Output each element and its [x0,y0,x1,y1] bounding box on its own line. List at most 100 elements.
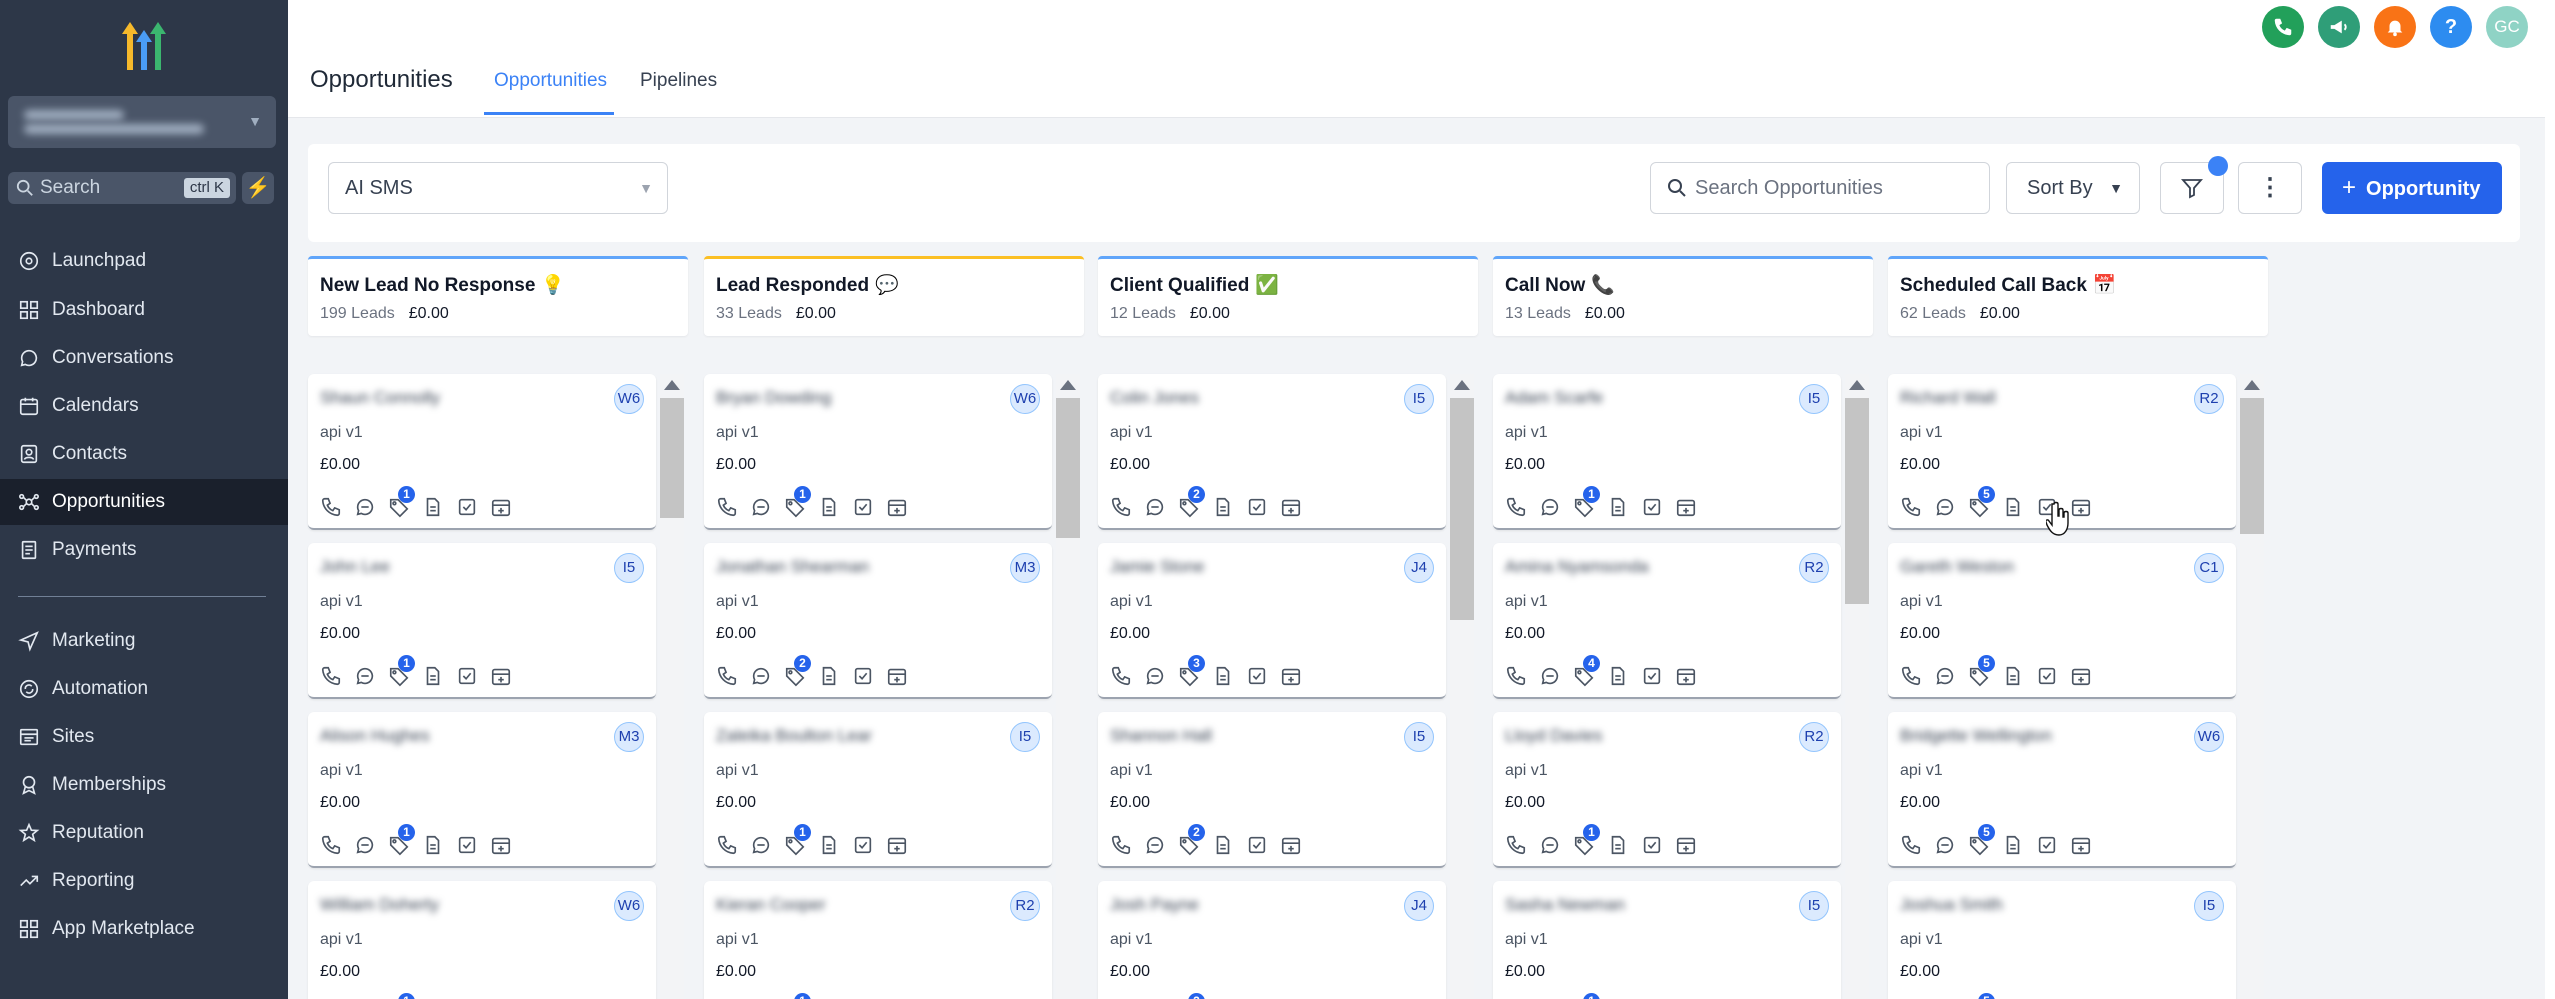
phone-icon[interactable] [1900,665,1922,687]
tag-icon[interactable]: 2 [784,655,811,687]
note-icon[interactable] [2002,665,2024,687]
task-icon[interactable] [852,665,874,687]
contact-name[interactable]: Gareth Weston [1900,557,2014,577]
phone-icon[interactable] [1110,496,1132,518]
sidebar-item-opportunities[interactable]: Opportunities [0,479,288,525]
phone-icon[interactable] [1900,834,1922,856]
tag-icon[interactable]: 1 [388,655,415,687]
tag-icon[interactable]: 1 [388,486,415,518]
note-icon[interactable] [2002,834,2024,856]
message-icon[interactable] [750,665,772,687]
note-icon[interactable] [1212,665,1234,687]
scroll-thumb[interactable] [2240,398,2264,534]
search-input[interactable]: Search Opportunities [1650,162,1990,214]
phone-icon[interactable] [1110,665,1132,687]
task-icon[interactable] [852,496,874,518]
message-icon[interactable] [1144,496,1166,518]
account-switcher[interactable]: ▼ [8,96,276,148]
note-icon[interactable] [818,665,840,687]
sidebar-item-memberships[interactable]: Memberships [0,762,288,808]
opportunity-card[interactable]: Colin Jones I5 api v1 £0.00 2 [1098,374,1446,530]
calendar-add-icon[interactable] [490,665,512,687]
contact-name[interactable]: Zaleika Boulton Lear [716,726,872,746]
message-icon[interactable] [1539,834,1561,856]
opportunity-card[interactable]: John Lee I5 api v1 £0.00 1 [308,543,656,699]
task-icon[interactable] [2036,665,2058,687]
contact-name[interactable]: Bridgette Wellington [1900,726,2052,746]
calendar-add-icon[interactable] [886,665,908,687]
message-icon[interactable] [354,834,376,856]
tag-icon[interactable]: 5 [1968,486,1995,518]
tab-opportunities[interactable]: Opportunities [494,70,607,92]
opportunity-card[interactable]: Zaleika Boulton Lear I5 api v1 £0.00 1 [704,712,1052,868]
tag-icon[interactable]: 3 [1178,655,1205,687]
calendar-add-icon[interactable] [490,834,512,856]
task-icon[interactable] [1246,496,1268,518]
add-opportunity-button[interactable]: + Opportunity [2322,162,2502,214]
phone-icon[interactable] [1505,665,1527,687]
task-icon[interactable] [1246,834,1268,856]
task-icon[interactable] [2036,834,2058,856]
message-icon[interactable] [354,496,376,518]
help-icon[interactable]: ? [2430,6,2472,48]
task-icon[interactable] [1641,834,1663,856]
note-icon[interactable] [422,665,444,687]
sidebar-item-dashboard[interactable]: Dashboard [0,287,288,333]
opportunity-card[interactable]: Josh Payne J4 api v1 £0.00 2 [1098,881,1446,999]
phone-icon[interactable] [2262,6,2304,48]
contact-name[interactable]: Sasha Newman [1505,895,1625,915]
opportunity-card[interactable]: Shaun Connolly W6 api v1 £0.00 1 [308,374,656,530]
calendar-add-icon[interactable] [1675,496,1697,518]
sidebar-search[interactable]: Search ctrl K [8,172,236,204]
message-icon[interactable] [1934,834,1956,856]
sidebar-item-payments[interactable]: Payments [0,527,288,573]
contact-name[interactable]: Jonathan Shearman [716,557,869,577]
task-icon[interactable] [456,834,478,856]
opportunity-card[interactable]: Gareth Weston C1 api v1 £0.00 5 [1888,543,2236,699]
contact-name[interactable]: William Doherty [320,895,439,915]
contact-name[interactable]: Bryan Dowding [716,388,831,408]
message-icon[interactable] [1539,496,1561,518]
opportunity-card[interactable]: Adam Scarfe I5 api v1 £0.00 1 [1493,374,1841,530]
contact-name[interactable]: Shaun Connolly [320,388,440,408]
task-icon[interactable] [852,834,874,856]
scroll-thumb[interactable] [1845,398,1869,604]
phone-icon[interactable] [716,496,738,518]
phone-icon[interactable] [1505,834,1527,856]
sidebar-item-calendars[interactable]: Calendars [0,383,288,429]
scroll-thumb[interactable] [1450,398,1474,620]
tab-pipelines[interactable]: Pipelines [640,70,717,92]
note-icon[interactable] [1607,496,1629,518]
scroll-up-arrow-icon[interactable] [1849,380,1865,390]
message-icon[interactable] [1144,834,1166,856]
message-icon[interactable] [750,834,772,856]
scroll-thumb[interactable] [1056,398,1080,538]
contact-name[interactable]: John Lee [320,557,390,577]
scroll-up-arrow-icon[interactable] [2244,380,2260,390]
tag-icon[interactable]: 1 [1573,486,1600,518]
contact-name[interactable]: Kieran Cooper [716,895,826,915]
opportunity-card[interactable]: Alison Hughes M3 api v1 £0.00 1 [308,712,656,868]
bell-icon[interactable] [2374,6,2416,48]
contact-name[interactable]: Jamie Stone [1110,557,1205,577]
opportunity-card[interactable]: Lloyd Davies R2 api v1 £0.00 1 [1493,712,1841,868]
note-icon[interactable] [422,496,444,518]
note-icon[interactable] [818,834,840,856]
tag-icon[interactable]: 2 [1178,486,1205,518]
tag-icon[interactable]: 5 [1968,824,1995,856]
quick-action-button[interactable]: ⚡ [242,172,274,204]
contact-name[interactable]: Richard Wall [1900,388,1996,408]
sidebar-item-marketing[interactable]: Marketing [0,618,288,664]
pipeline-select[interactable]: AI SMS ▼ [328,162,668,214]
more-options-button[interactable]: ⋮ [2238,162,2302,214]
opportunity-card[interactable]: Amina Nyamsonda R2 api v1 £0.00 4 [1493,543,1841,699]
contact-name[interactable]: Alison Hughes [320,726,430,746]
sidebar-item-contacts[interactable]: Contacts [0,431,288,477]
phone-icon[interactable] [320,665,342,687]
opportunity-card[interactable]: Kieran Cooper R2 api v1 £0.00 1 [704,881,1052,999]
message-icon[interactable] [1539,665,1561,687]
sidebar-item-conversations[interactable]: Conversations [0,335,288,381]
opportunity-card[interactable]: Sasha Newman I5 api v1 £0.00 1 [1493,881,1841,999]
avatar[interactable]: GC [2486,6,2528,48]
note-icon[interactable] [1212,834,1234,856]
